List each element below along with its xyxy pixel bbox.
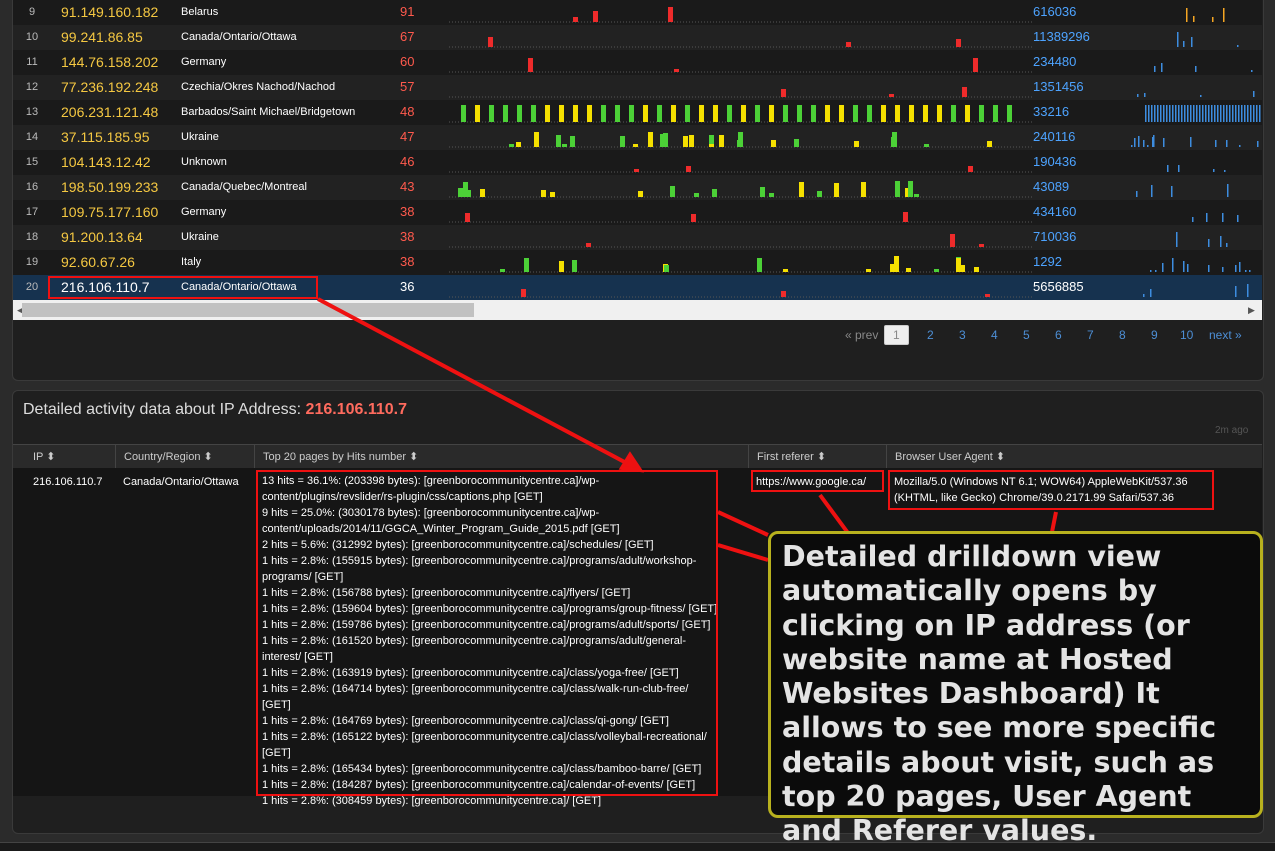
arrow-line — [317, 297, 633, 468]
callout-text: Detailed drilldown view automatically op… — [782, 540, 1217, 848]
arrow-line — [717, 543, 769, 562]
arrow-line — [717, 510, 769, 537]
arrow-head — [618, 451, 645, 473]
arrow-line — [1050, 511, 1058, 533]
arrow-line — [818, 493, 850, 535]
